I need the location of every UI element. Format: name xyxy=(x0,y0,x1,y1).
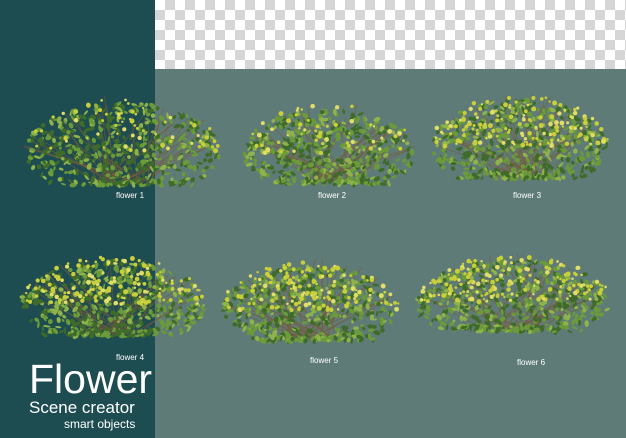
flower-5-shrub xyxy=(221,258,400,345)
brand-tagline: smart objects xyxy=(64,417,136,431)
flower-1-shrub xyxy=(23,96,221,188)
flower-4-shrub xyxy=(19,255,206,340)
flower-3-shrub xyxy=(432,94,609,182)
flower-2-shrub xyxy=(242,103,416,188)
flower-1-label: flower 1 xyxy=(116,191,145,200)
brand-subtitle: Scene creator xyxy=(29,398,135,417)
brand-title: Flower xyxy=(29,356,153,402)
flower-2-label: flower 2 xyxy=(318,191,347,200)
transparency-checkerboard xyxy=(155,0,626,69)
flower-6-shrub xyxy=(415,253,610,335)
flower-3-label: flower 3 xyxy=(513,191,542,200)
flower-5-label: flower 5 xyxy=(310,356,339,365)
flower-6-label: flower 6 xyxy=(517,358,546,367)
